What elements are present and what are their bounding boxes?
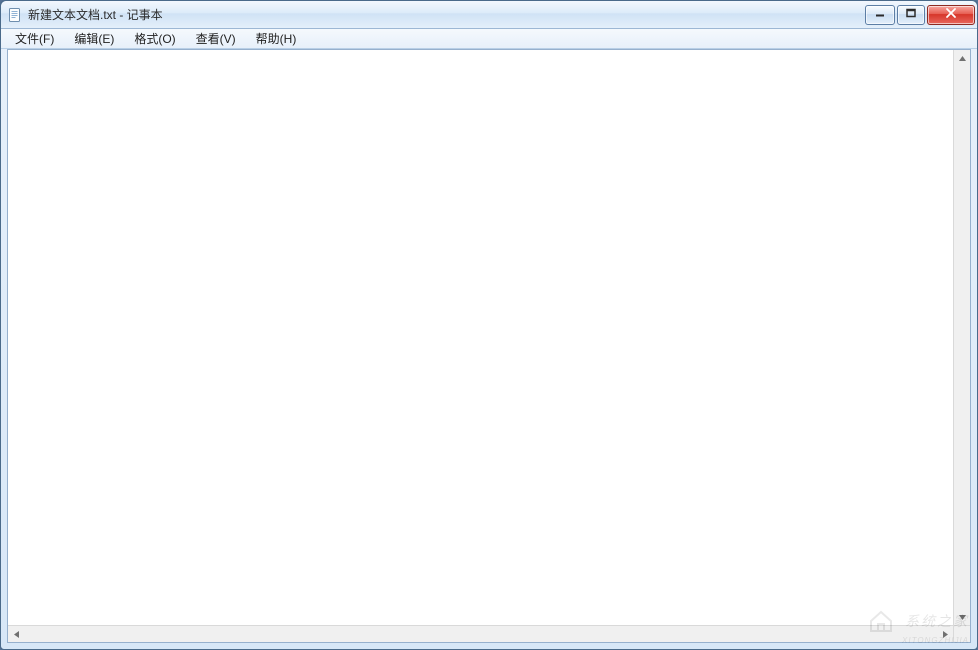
minimize-button[interactable] — [865, 5, 895, 25]
scroll-down-arrow-icon[interactable] — [954, 609, 970, 625]
menu-help[interactable]: 帮助(H) — [246, 29, 307, 48]
scroll-left-arrow-icon[interactable] — [8, 626, 24, 642]
horizontal-scrollbar[interactable] — [8, 625, 953, 642]
maximize-button[interactable] — [897, 5, 925, 25]
minimize-icon — [874, 7, 886, 22]
window-title: 新建文本文档.txt - 记事本 — [28, 6, 163, 23]
client-area — [7, 49, 971, 643]
menu-bar: 文件(F) 编辑(E) 格式(O) 查看(V) 帮助(H) — [1, 29, 977, 49]
vertical-scrollbar[interactable] — [953, 50, 970, 625]
maximize-icon — [905, 7, 917, 22]
scroll-corner — [953, 625, 970, 642]
close-button[interactable] — [927, 5, 975, 25]
menu-view[interactable]: 查看(V) — [186, 29, 246, 48]
menu-file[interactable]: 文件(F) — [5, 29, 64, 48]
window-controls — [863, 5, 975, 25]
text-editor[interactable] — [8, 50, 953, 625]
title-bar[interactable]: 新建文本文档.txt - 记事本 — [1, 1, 977, 29]
app-icon — [7, 7, 23, 23]
menu-edit[interactable]: 编辑(E) — [64, 29, 124, 48]
notepad-window: 新建文本文档.txt - 记事本 文件(F) 编辑(E) 格式(O) 查看( — [0, 0, 978, 650]
scroll-up-arrow-icon[interactable] — [954, 50, 970, 66]
scroll-right-arrow-icon[interactable] — [937, 626, 953, 642]
close-icon — [944, 7, 958, 22]
menu-format[interactable]: 格式(O) — [124, 29, 185, 48]
